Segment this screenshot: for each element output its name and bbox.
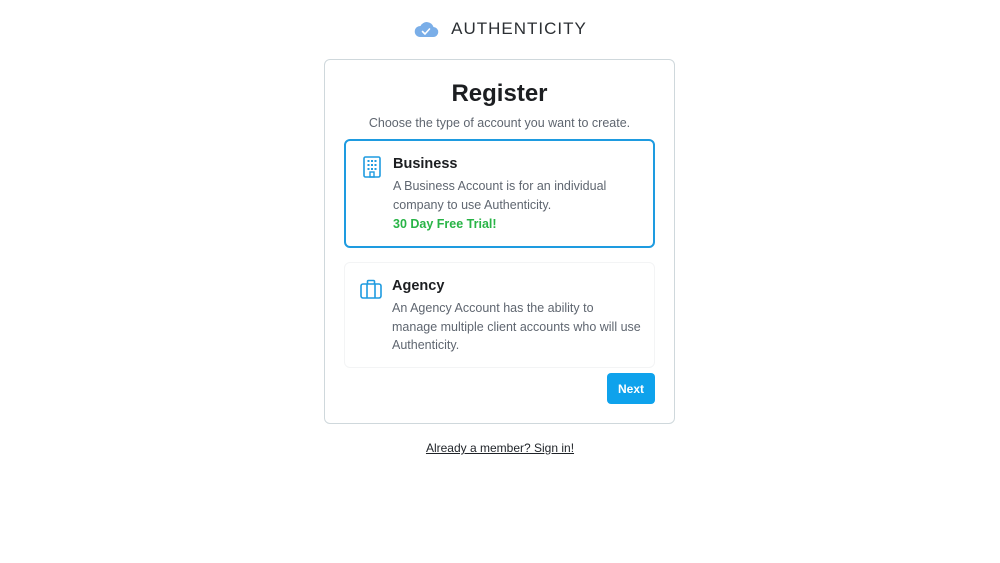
option-description: A Business Account is for an individual … [393,179,607,212]
signin-link[interactable]: Already a member? Sign in! [426,441,574,455]
cloud-check-icon [414,22,439,38]
register-card: Register Choose the type of account you … [324,59,675,424]
brand-name: AUTHENTICITY [451,19,587,38]
building-icon [363,156,381,178]
account-option-business[interactable]: Business A Business Account is for an in… [344,139,655,248]
trial-badge: 30 Day Free Trial! [393,217,497,231]
briefcase-icon [360,279,382,299]
option-title: Business [393,156,458,172]
option-title: Agency [392,278,445,294]
page-title: Register [451,80,548,107]
option-description: An Agency Account has the ability to man… [392,301,641,352]
next-button[interactable]: Next [607,373,655,404]
account-option-agency[interactable]: Agency An Agency Account has the ability… [344,262,655,368]
page-subtitle: Choose the type of account you want to c… [368,116,631,130]
signin-footer: Already a member? Sign in! [0,439,1000,457]
brand-header: AUTHENTICITY [0,18,1000,40]
